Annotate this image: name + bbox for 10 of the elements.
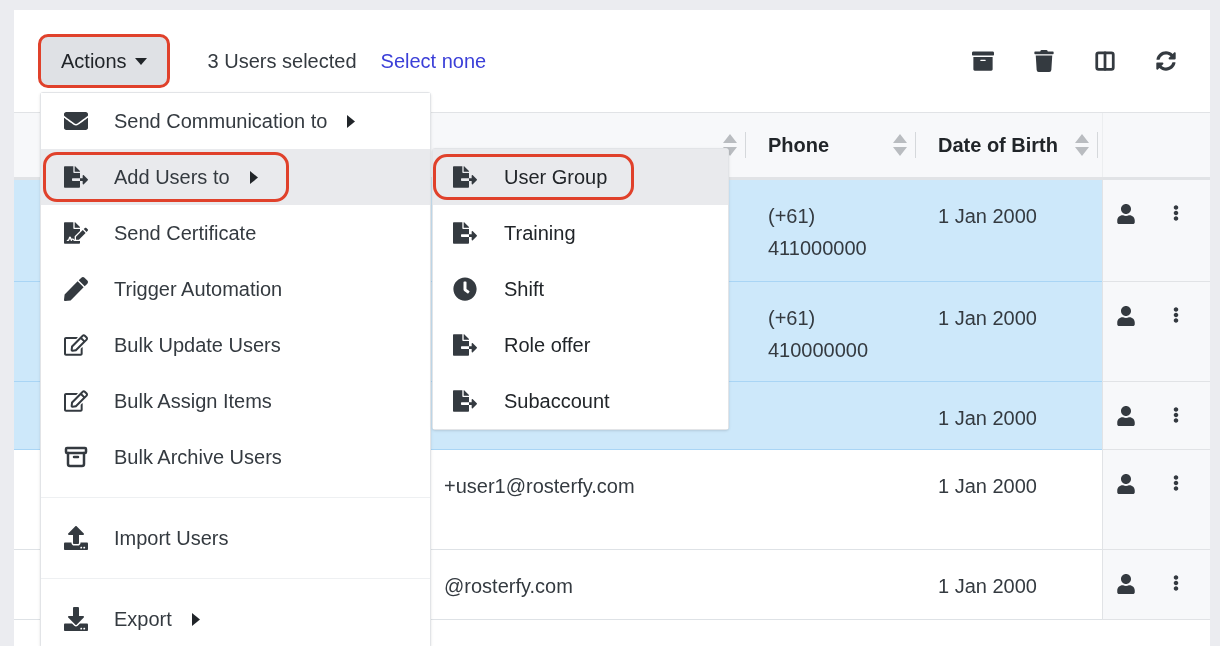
selection-count: 3 Users selected bbox=[207, 49, 357, 74]
email-text: +user1@rosterfy.com bbox=[444, 475, 635, 497]
email-text: @rosterfy.com bbox=[444, 575, 573, 597]
phone-text: (+61) 410000000 bbox=[768, 306, 870, 363]
date-text: 1 Jan 2000 bbox=[938, 307, 1037, 329]
date-text: 1 Jan 2000 bbox=[938, 205, 1037, 227]
date-text: 1 Jan 2000 bbox=[938, 407, 1037, 429]
date-text: 1 Jan 2000 bbox=[938, 575, 1037, 597]
phone-text: (+61) 411000000 bbox=[768, 204, 868, 261]
date-text: 1 Jan 2000 bbox=[938, 475, 1037, 497]
